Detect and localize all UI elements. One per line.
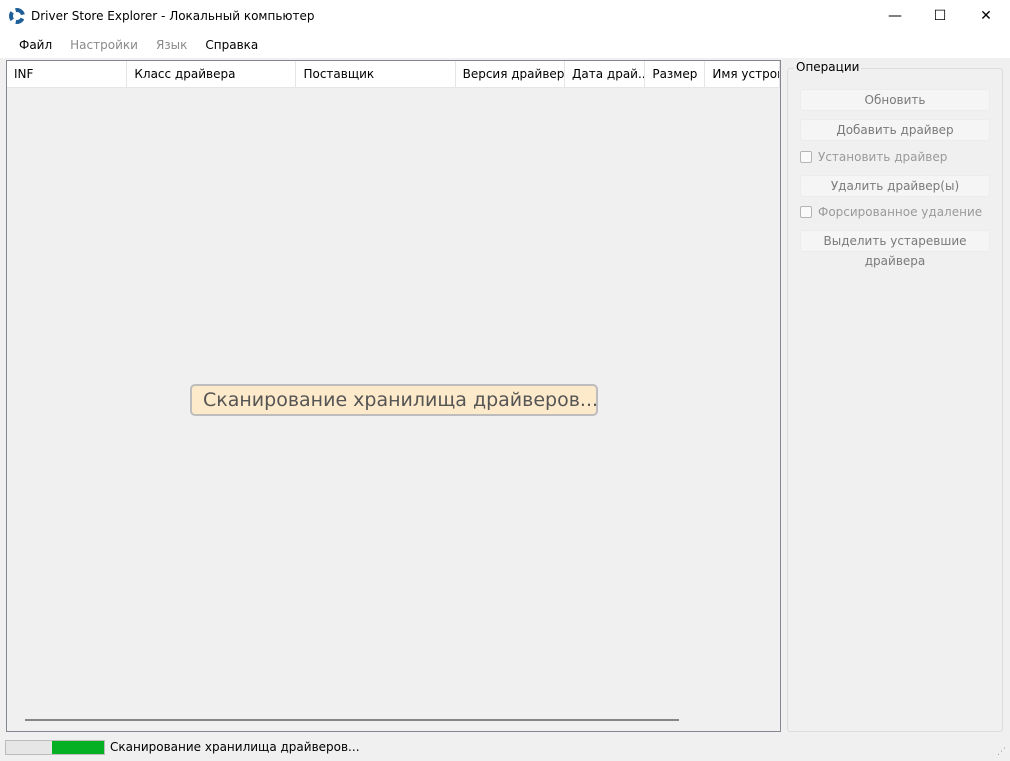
delete-driver-button[interactable]: Удалить драйвер(ы): [800, 175, 990, 197]
column-size[interactable]: Размер: [645, 61, 706, 87]
column-inf[interactable]: INF: [7, 61, 127, 87]
progress-fill: [52, 741, 104, 754]
column-driver-date[interactable]: Дата драй...: [565, 61, 645, 87]
list-header: INF Класс драйвера Поставщик Версия драй…: [7, 61, 780, 88]
checkbox-box: [800, 151, 812, 163]
checkbox-box: [800, 206, 812, 218]
select-old-drivers-button[interactable]: Выделить устаревшие драйвера: [800, 230, 990, 252]
column-driver-class[interactable]: Класс драйвера: [127, 61, 296, 87]
maximize-button[interactable]: ☐: [917, 0, 963, 32]
install-driver-label: Установить драйвер: [818, 150, 947, 164]
operations-title: Операции: [794, 60, 861, 74]
force-delete-checkbox[interactable]: Форсированное удаление: [800, 205, 982, 219]
column-device-name[interactable]: Имя устрой: [705, 61, 780, 87]
menu-help[interactable]: Справка: [196, 38, 267, 52]
progress-bar: [5, 740, 105, 755]
menu-settings[interactable]: Настройки: [61, 38, 147, 52]
install-driver-checkbox[interactable]: Установить драйвер: [800, 150, 947, 164]
menu-file[interactable]: Файл: [10, 38, 61, 52]
horizontal-scrollbar[interactable]: [25, 719, 679, 721]
operations-group: [787, 68, 1003, 732]
column-provider[interactable]: Поставщик: [296, 61, 455, 87]
resize-grip-icon[interactable]: ⋰: [997, 747, 1006, 757]
menu-language[interactable]: Язык: [147, 38, 196, 52]
refresh-button[interactable]: Обновить: [800, 89, 990, 111]
scanning-overlay: Сканирование хранилища драйверов...: [190, 384, 598, 416]
window-title: Driver Store Explorer - Локальный компью…: [31, 9, 315, 23]
column-driver-version[interactable]: Версия драйвера: [456, 61, 565, 87]
menu-bar: Файл Настройки Язык Справка: [0, 32, 1010, 58]
add-driver-button[interactable]: Добавить драйвер: [800, 119, 990, 141]
force-delete-label: Форсированное удаление: [818, 205, 982, 219]
status-bar: Сканирование хранилища драйверов... ⋰: [0, 737, 1010, 761]
gear-app-icon: [9, 8, 25, 24]
status-text: Сканирование хранилища драйверов...: [110, 740, 360, 754]
title-bar: Driver Store Explorer - Локальный компью…: [0, 0, 1010, 32]
minimize-button[interactable]: —: [872, 0, 918, 32]
close-button[interactable]: ✕: [963, 0, 1009, 32]
